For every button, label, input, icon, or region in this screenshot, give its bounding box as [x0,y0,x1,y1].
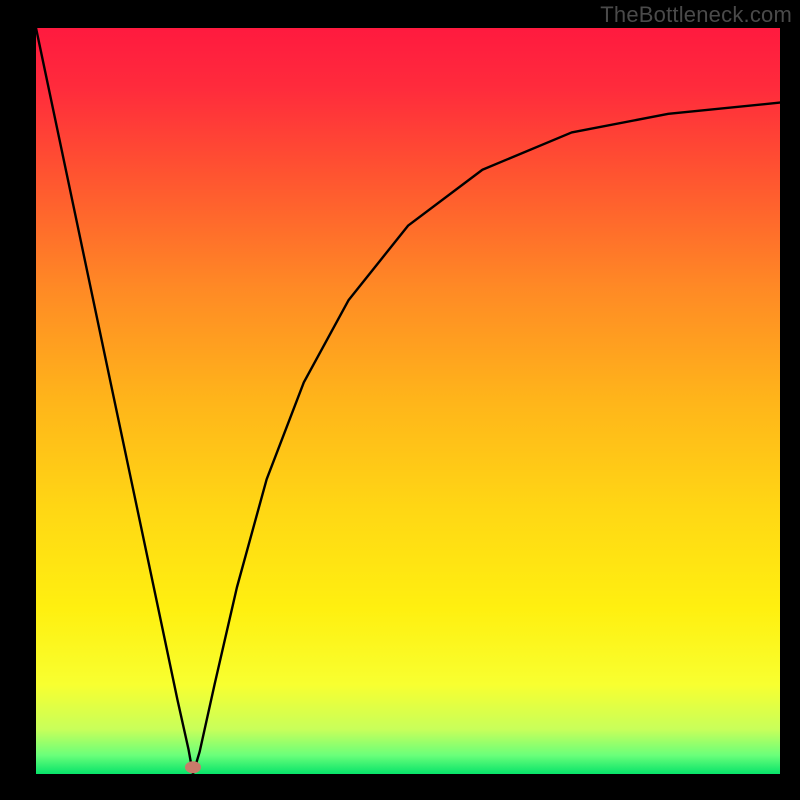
chart-svg [36,28,780,774]
gradient-rect [36,28,780,774]
watermark-text: TheBottleneck.com [600,2,792,28]
chart-frame: TheBottleneck.com [0,0,800,800]
plot-area [36,28,780,774]
optimal-marker [185,761,201,773]
